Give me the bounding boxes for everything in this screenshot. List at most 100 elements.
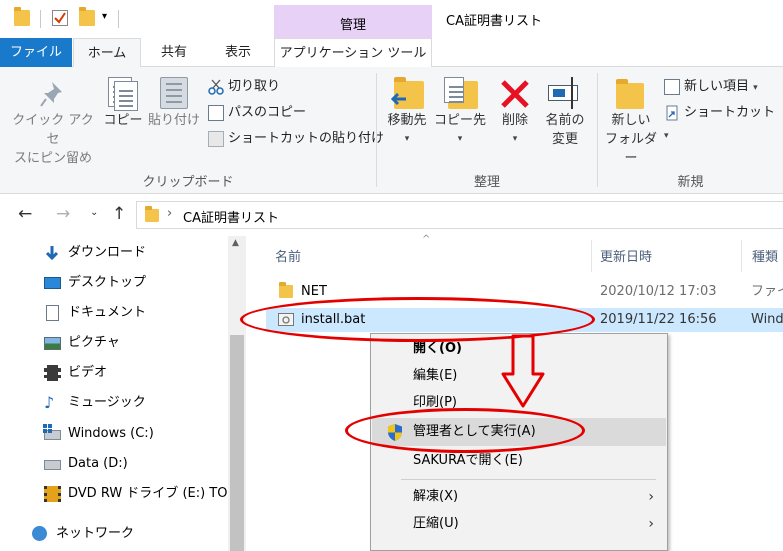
drive-c-icon [43,424,61,440]
nav-label: ネットワーク [56,526,135,541]
sort-ascending-icon: ^ [422,234,431,245]
menu-item-extract[interactable]: 解凍(X) › [372,485,666,509]
folder-icon [14,7,30,26]
nav-label: デスクトップ [68,275,147,290]
nav-label: Windows (C:) [68,426,154,441]
pin-to-quick-access-button[interactable]: クイック アクセ スにピン留め [8,75,98,168]
move-to-button[interactable]: 移動先 ▾ [382,75,432,149]
folder-icon [279,282,293,298]
easy-access-shortcut-button[interactable]: ショートカット ▾ [664,102,783,141]
move-to-icon [382,75,432,111]
new-item-icon [664,78,680,95]
desktop-icon [44,277,61,289]
delete-button[interactable]: 削除 ▾ [494,75,536,149]
shortcut-icon [664,105,680,121]
menu-label: 解凍(X) [413,489,459,504]
scroll-up-icon[interactable]: ▲ [232,238,239,248]
column-divider[interactable] [741,240,742,272]
new-item-button[interactable]: 新しい項目 ▾ [664,76,758,98]
breadcrumb-path[interactable]: CA証明書リスト [183,207,279,226]
forward-arrow-icon[interactable]: → [56,204,70,224]
group-separator [597,73,598,187]
up-arrow-icon[interactable]: ↑ [112,204,126,224]
submenu-arrow-icon: › [648,489,654,505]
copy-to-button[interactable]: コピー先 ▾ [434,75,486,149]
properties-icon[interactable] [52,10,68,26]
new-folder-icon [600,75,662,111]
menu-label: 編集(E) [413,368,458,383]
rename-button[interactable]: 名前の 変更 [540,75,590,149]
column-header-type[interactable]: 種類 [752,246,778,265]
nav-label: ミュージック [68,395,146,410]
file-modified: 2019/11/22 16:56 [600,312,717,327]
tab-view[interactable]: 表示 [210,38,266,67]
nav-label: ドキュメント [68,305,147,320]
group-separator [376,73,377,187]
paste-label: 貼り付け [147,113,200,128]
cut-button[interactable]: 切り取り [208,76,280,98]
copy-to-label: コピー先 [434,113,487,128]
chevron-down-icon: ▾ [404,134,410,144]
new-folder-button[interactable]: 新しい フォルダー [600,75,662,168]
chevron-down-icon: ▾ [753,83,758,93]
address-row: ← → ⌄ ↑ › CA証明書リスト [0,194,783,236]
address-bar[interactable]: › CA証明書リスト [136,201,783,229]
new-folder-icon[interactable] [79,7,95,26]
file-type: Wind [751,312,783,327]
new-folder-label-line2: フォルダー [604,132,657,166]
chevron-down-icon: ▾ [512,134,518,144]
new-group-label: 新規 [677,175,704,190]
separator [118,10,119,28]
copy-path-button[interactable]: パスのコピー [208,102,306,124]
annotation-arrow-down-icon [501,334,545,408]
paste-button[interactable]: 貼り付け [146,75,202,130]
ribbon: クイック アクセ スにピン留め コピー 貼り付け 切り取り パスのコピー ショー… [0,67,783,194]
customize-quick-access-icon[interactable]: ▾ [102,11,107,22]
recent-locations-chevron-icon[interactable]: ⌄ [90,207,98,218]
paste-shortcut-button[interactable]: ショートカットの貼り付け [208,128,384,150]
back-arrow-icon[interactable]: ← [18,204,32,224]
copy-icon [102,75,144,111]
rename-label-line1: 名前の [545,113,585,128]
delete-label: 削除 [501,113,528,128]
copy-label: コピー [103,113,143,128]
organize-group-label: 整理 [473,175,500,190]
tab-file[interactable]: ファイル [0,38,72,67]
copy-to-icon [434,75,486,111]
menu-item-open-sakura[interactable]: SAKURAで開く(E) [372,449,666,473]
new-folder-label-line1: 新しい [611,113,651,128]
folder-icon [145,206,159,222]
copy-button[interactable]: コピー [102,75,144,130]
menu-separator [401,479,656,480]
nav-label: Data (D:) [68,456,128,471]
column-divider[interactable] [591,240,592,272]
pin-icon [8,75,98,111]
new-item-label: 新しい項目 [684,79,750,94]
nav-label: DVD RW ドライブ (E:) TOi [68,486,232,501]
documents-icon [46,305,59,321]
paste-shortcut-icon [208,130,224,147]
tab-application-tools[interactable]: アプリケーション ツール [274,38,432,67]
menu-item-compress[interactable]: 圧縮(U) › [372,512,666,536]
navigation-pane: ダウンロード デスクトップ ドキュメント ピクチャ ビデオ ♪ ミュージック Wi… [0,236,246,551]
menu-label: 圧縮(U) [413,516,459,531]
copy-path-label: パスのコピー [228,105,307,120]
column-header-modified[interactable]: 更新日時 [600,246,652,265]
rename-icon [540,75,590,111]
nav-label: ピクチャ [68,335,120,350]
nav-label: ダウンロード [68,245,147,260]
tab-share[interactable]: 共有 [148,38,200,67]
copy-path-icon [208,104,224,121]
file-modified: 2020/10/12 17:03 [600,284,717,299]
scissors-icon [208,79,224,95]
nav-scrollbar-thumb[interactable] [230,335,244,551]
shortcut-label: ショートカット [684,105,776,120]
download-icon [44,245,61,261]
network-icon [32,526,47,541]
column-header-name[interactable]: 名前 [275,246,301,265]
pictures-icon [44,337,61,350]
video-icon [44,365,61,381]
music-icon: ♪ [44,393,55,412]
tab-home[interactable]: ホーム [73,38,141,68]
breadcrumb-chevron-icon: › [167,206,173,221]
